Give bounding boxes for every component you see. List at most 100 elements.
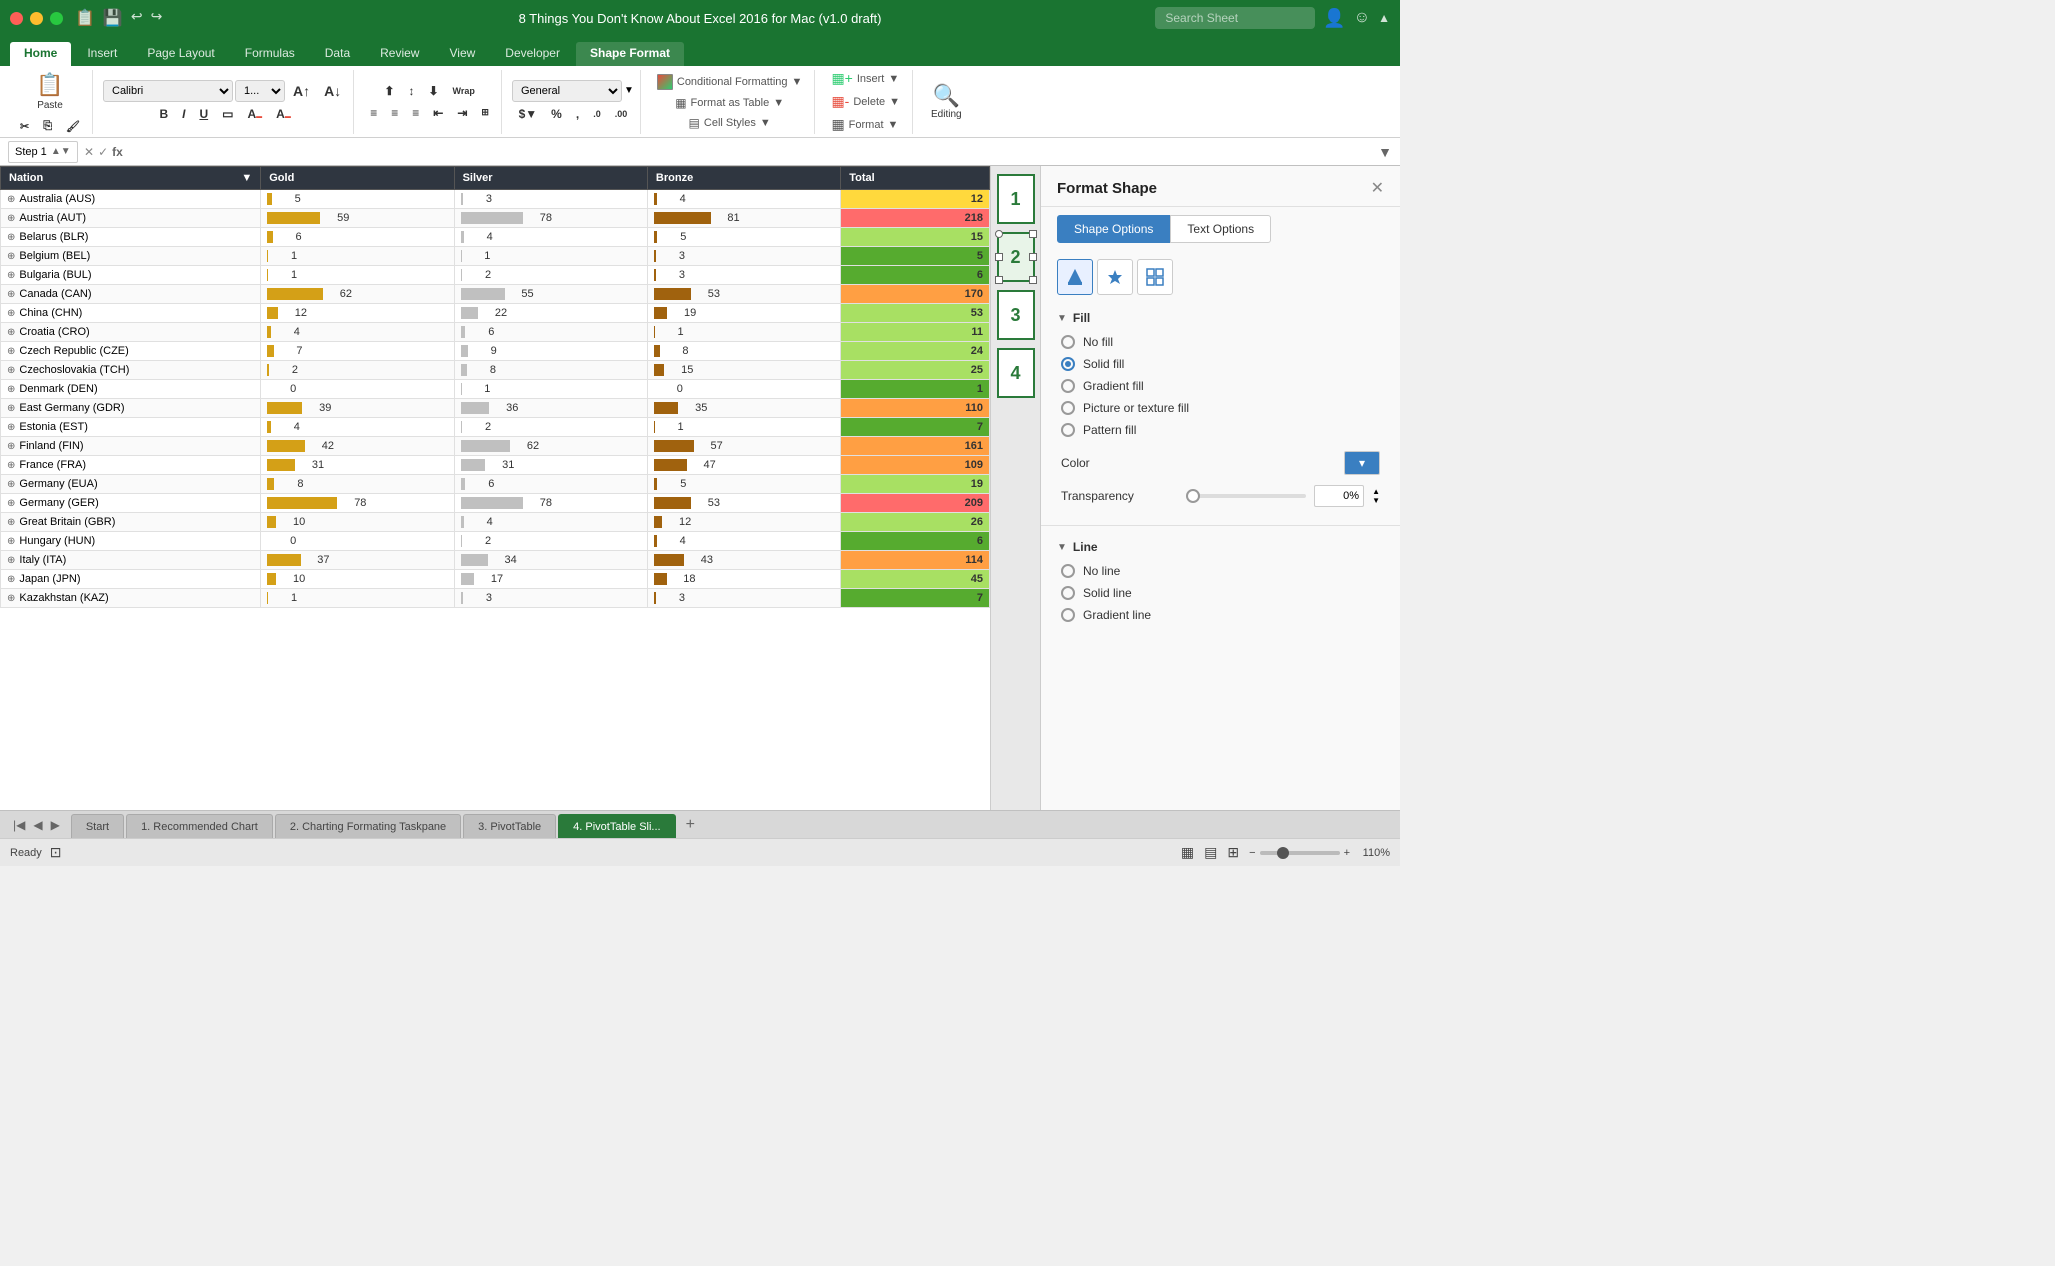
expand-icon[interactable]: ⊕	[7, 270, 15, 281]
fill-line-icon-button[interactable]	[1057, 259, 1093, 295]
gradient-fill-option[interactable]: Gradient fill	[1057, 379, 1384, 393]
underline-button[interactable]: U	[193, 104, 214, 124]
maximize-button[interactable]	[50, 12, 63, 25]
expand-icon[interactable]: ⊕	[7, 251, 15, 262]
paste-button[interactable]: 📋 Paste	[30, 68, 70, 115]
formula-input[interactable]	[129, 145, 1372, 159]
merge-button[interactable]: ⊞	[475, 104, 495, 121]
font-name-select[interactable]: Calibri	[103, 80, 233, 102]
format-cells-button[interactable]: ▦ Format ▼	[825, 114, 906, 135]
table-row[interactable]: ⊕ Kazakhstan (KAZ) 1 3 3	[1, 589, 990, 608]
transparency-stepper[interactable]: ▲ ▼	[1372, 488, 1380, 505]
fill-section-header[interactable]: ▼ Fill	[1057, 311, 1384, 325]
increase-indent-button[interactable]: ⇥	[451, 103, 473, 123]
handle-tl[interactable]	[995, 230, 1003, 238]
sheet-tab-1[interactable]: 1. Recommended Chart	[126, 814, 273, 838]
percent-button[interactable]: %	[545, 104, 568, 124]
table-row[interactable]: ⊕ France (FRA) 31 31 47	[1, 456, 990, 475]
zoom-slider[interactable]	[1260, 851, 1340, 855]
pattern-fill-option[interactable]: Pattern fill	[1057, 423, 1384, 437]
handle-bl[interactable]	[995, 276, 1003, 284]
zoom-out-button[interactable]: −	[1249, 847, 1255, 859]
expand-icon[interactable]: ⊕	[7, 422, 15, 433]
handle-tr[interactable]	[1029, 230, 1037, 238]
expand-icon[interactable]: ⊕	[7, 593, 15, 604]
tab-shape-options[interactable]: Shape Options	[1057, 215, 1170, 243]
expand-icon[interactable]: ⊕	[7, 555, 15, 566]
increase-decimal-button[interactable]: .00	[609, 106, 634, 122]
tab-developer[interactable]: Developer	[491, 42, 574, 66]
picture-fill-option[interactable]: Picture or texture fill	[1057, 401, 1384, 415]
tab-view[interactable]: View	[435, 42, 489, 66]
align-right-button[interactable]: ≡	[406, 103, 425, 123]
copy-button[interactable]: ⎘	[37, 117, 58, 136]
align-top-button[interactable]: ⬆	[378, 81, 400, 101]
font-size-select[interactable]: 1...	[235, 80, 285, 102]
table-row[interactable]: ⊕ China (CHN) 12 22 19	[1, 304, 990, 323]
shape-2[interactable]: 2	[997, 232, 1035, 282]
tab-page-layout[interactable]: Page Layout	[133, 42, 228, 66]
expand-icon[interactable]: ⊕	[7, 213, 15, 224]
expand-icon[interactable]: ⊕	[7, 498, 15, 509]
table-row[interactable]: ⊕ Denmark (DEN) 0 1 0	[1, 380, 990, 399]
expand-icon[interactable]: ⊕	[7, 327, 15, 338]
table-row[interactable]: ⊕ Italy (ITA) 37 34 43	[1, 551, 990, 570]
table-row[interactable]: ⊕ Canada (CAN) 62 55 53	[1, 285, 990, 304]
table-row[interactable]: ⊕ Belarus (BLR) 6 4 5	[1, 228, 990, 247]
tab-insert[interactable]: Insert	[73, 42, 131, 66]
panel-close-button[interactable]: ✕	[1371, 178, 1384, 198]
expand-icon[interactable]: ⊕	[7, 479, 15, 490]
italic-button[interactable]: I	[176, 104, 191, 124]
no-fill-option[interactable]: No fill	[1057, 335, 1384, 349]
align-bottom-button[interactable]: ⬇	[422, 81, 444, 101]
gradient-fill-radio[interactable]	[1061, 379, 1075, 393]
no-line-option[interactable]: No line	[1057, 564, 1384, 578]
next-sheet-button[interactable]: ▶	[48, 818, 63, 832]
add-sheet-button[interactable]: +	[678, 811, 703, 838]
user-icon[interactable]: 👤	[1323, 8, 1345, 29]
shape-3[interactable]: 3	[997, 290, 1035, 340]
pattern-fill-radio[interactable]	[1061, 423, 1075, 437]
tab-review[interactable]: Review	[366, 42, 433, 66]
header-silver[interactable]: Silver	[454, 167, 647, 190]
table-row[interactable]: ⊕ Croatia (CRO) 4 6 1	[1, 323, 990, 342]
tab-formulas[interactable]: Formulas	[231, 42, 309, 66]
header-bronze[interactable]: Bronze	[647, 167, 840, 190]
table-row[interactable]: ⊕ Czech Republic (CZE) 7 9 8	[1, 342, 990, 361]
expand-icon[interactable]: ⊕	[7, 384, 15, 395]
format-painter-button[interactable]: 🖌	[60, 117, 86, 136]
tab-data[interactable]: Data	[311, 42, 364, 66]
table-row[interactable]: ⊕ Estonia (EST) 4 2 1	[1, 418, 990, 437]
expand-icon[interactable]: ⊕	[7, 308, 15, 319]
layout-icon-button[interactable]	[1137, 259, 1173, 295]
table-row[interactable]: ⊕ Hungary (HUN) 0 2 4	[1, 532, 990, 551]
prev-sheet-button[interactable]: ◀	[30, 818, 45, 832]
shape-4[interactable]: 4	[997, 348, 1035, 398]
expand-icon[interactable]: ⊕	[7, 289, 15, 300]
undo-icon[interactable]: ↩	[131, 8, 143, 28]
bold-button[interactable]: B	[153, 104, 174, 124]
expand-icon[interactable]: ⊕	[7, 441, 15, 452]
gradient-line-option[interactable]: Gradient line	[1057, 608, 1384, 622]
align-center-button[interactable]: ≡	[385, 103, 404, 123]
effects-icon-button[interactable]	[1097, 259, 1133, 295]
solid-line-option[interactable]: Solid line	[1057, 586, 1384, 600]
tab-home[interactable]: Home	[10, 42, 71, 66]
number-format-dropdown[interactable]: ▼	[624, 85, 634, 96]
solid-line-radio[interactable]	[1061, 586, 1075, 600]
expand-icon[interactable]: ⊕	[7, 194, 15, 205]
tab-shape-format[interactable]: Shape Format	[576, 42, 684, 66]
first-sheet-button[interactable]: |◀	[10, 818, 28, 832]
insert-cells-button[interactable]: ▦+ Insert ▼	[825, 68, 906, 89]
page-break-icon[interactable]: ⊡	[50, 844, 62, 861]
font-shrink-button[interactable]: A↓	[318, 80, 347, 102]
table-row[interactable]: ⊕ Japan (JPN) 10 17 18	[1, 570, 990, 589]
expand-icon[interactable]: ⊕	[7, 460, 15, 471]
sheet-tab-2[interactable]: 2. Charting Formating Taskpane	[275, 814, 461, 838]
color-picker-button[interactable]: ▾	[1344, 451, 1380, 475]
picture-fill-radio[interactable]	[1061, 401, 1075, 415]
header-nation[interactable]: Nation ▼	[1, 167, 261, 190]
font-color-button[interactable]: A▬	[270, 104, 297, 124]
normal-view-icon[interactable]: ▦	[1181, 844, 1194, 861]
solid-fill-radio[interactable]	[1061, 357, 1075, 371]
